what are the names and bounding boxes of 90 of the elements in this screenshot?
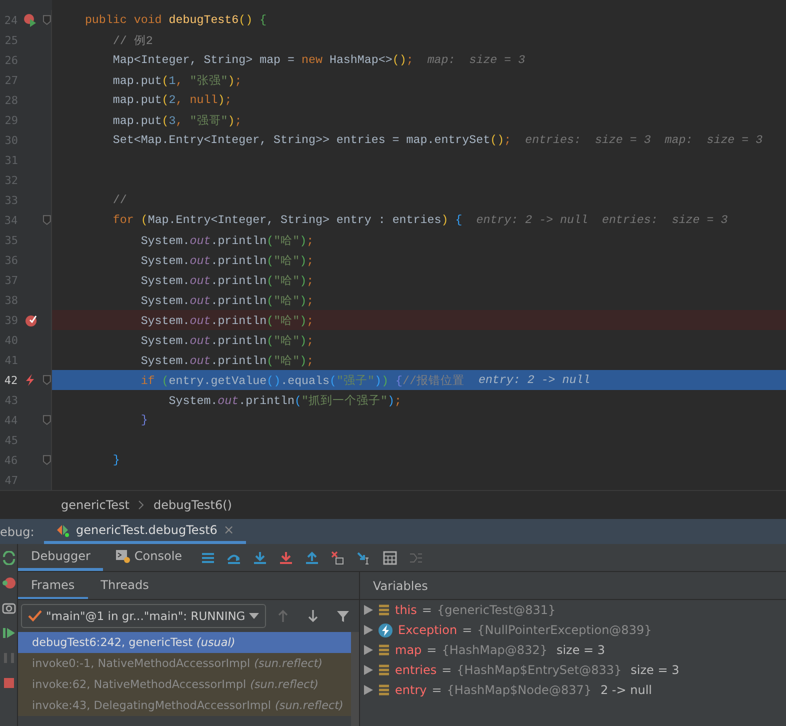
- menu-icon: [201, 550, 216, 564]
- stack-frame[interactable]: debugTest6:242, genericTest (usual): [18, 632, 351, 653]
- rerun-icon: [2, 551, 16, 565]
- variable-detail: size = 3: [556, 643, 606, 657]
- variable-name: Exception: [398, 623, 458, 637]
- code-line: Map<Integer, String> map = new HashMap<>();: [112, 54, 414, 66]
- breakpoints-icon: [2, 576, 16, 590]
- stack-frame[interactable]: invoke0:-1, NativeMethodAccessorImpl (sun.reflect): [18, 653, 351, 674]
- field-icon: [378, 644, 390, 656]
- code-line: System.out.println("哈");: [140, 234, 314, 248]
- console-icon: [116, 549, 130, 563]
- code-line: System.out.println("哈");: [140, 254, 314, 268]
- variable-value: {HashMap@832}: [442, 643, 548, 657]
- code-line: public void debugTest6() {: [84, 14, 267, 26]
- calculator-icon: [383, 550, 398, 564]
- fold-marker-icon[interactable]: [43, 215, 51, 225]
- code-line: map.put(3, "强哥");: [112, 114, 242, 128]
- thread-dropdown[interactable]: "main"@1 in gr..."main": RUNNING: [21, 604, 266, 628]
- breakpoint-run-icon: [23, 13, 38, 27]
- step-out-icon: [305, 550, 320, 564]
- equals-sign: =: [462, 623, 472, 637]
- code-line: map.put(2, null);: [112, 94, 232, 106]
- field-icon: [378, 604, 390, 616]
- debug-label: ebug:: [0, 524, 36, 538]
- trace-icon: [409, 550, 424, 564]
- variable-name: entries: [395, 663, 437, 677]
- inline-value-hint: map: size = 3: [427, 54, 526, 66]
- pause-icon: [2, 651, 16, 665]
- code-line: System.out.println("哈");: [140, 314, 314, 328]
- fold-marker-icon[interactable]: [43, 15, 51, 25]
- code-line: if (entry.getValue().equals("强子")) {//报错位置: [140, 374, 464, 388]
- pane-tab[interactable]: Threads: [88, 572, 162, 599]
- arrow-down-icon: [306, 609, 320, 623]
- field-icon: [378, 684, 390, 696]
- line-number: 42: [3, 374, 18, 386]
- debug-session-icon: [56, 523, 70, 537]
- filter-icon: [336, 609, 350, 623]
- tool-tab[interactable]: Console: [103, 544, 196, 571]
- resume-icon: [2, 626, 16, 640]
- camera-icon: [2, 601, 16, 615]
- inline-value-hint: entries: size = 3 map: size = 3: [525, 134, 763, 146]
- caret-icon: [249, 613, 260, 619]
- variable-value: {HashMap$EntrySet@833}: [456, 663, 622, 677]
- step-into-icon: [253, 550, 268, 564]
- variable-value: {genericTest@831}: [436, 603, 556, 617]
- variable-detail: size = 3: [630, 663, 680, 677]
- equals-sign: =: [442, 663, 452, 677]
- inline-value-hint: entry: 2 -> null entries: size = 3: [476, 214, 728, 226]
- variable-name: this: [395, 603, 417, 617]
- fold-marker-icon[interactable]: [43, 375, 51, 385]
- code-line: System.out.println("抓到一个强子");: [168, 394, 402, 408]
- code-line: }: [112, 454, 120, 466]
- fold-marker-icon[interactable]: [43, 455, 51, 465]
- step-into-icon: [279, 550, 294, 564]
- check-icon: [28, 609, 42, 623]
- variable-detail: 2 -> null: [600, 683, 652, 697]
- equals-sign: =: [432, 683, 442, 697]
- arrow-up-icon: [276, 609, 290, 623]
- field-icon: [378, 664, 390, 676]
- code-line: }: [140, 414, 148, 426]
- variable-value: {HashMap$Node@837}: [446, 683, 592, 697]
- code-line: System.out.println("哈");: [140, 294, 314, 308]
- stop-icon: [2, 676, 16, 690]
- code-line: //: [112, 194, 127, 206]
- code-line: // 例2: [112, 34, 153, 48]
- breakpoint-check-icon: [24, 313, 38, 327]
- run-to-cursor-icon: [357, 550, 372, 564]
- stack-frame[interactable]: invoke:62, NativeMethodAccessorImpl (sun.reflect): [18, 674, 351, 695]
- pane-tab[interactable]: Frames: [18, 572, 88, 599]
- variable-value: {NullPointerException@839}: [477, 623, 652, 637]
- equals-sign: =: [422, 603, 432, 617]
- code-line: System.out.println("哈");: [140, 274, 314, 288]
- variable-name: map: [395, 643, 422, 657]
- variable-name: entry: [395, 683, 427, 697]
- code-line: for (Map.Entry<Integer, String> entry : entries) {: [112, 214, 462, 226]
- equals-sign: =: [426, 643, 437, 657]
- inline-value-hint: entry: 2 -> null: [478, 374, 590, 386]
- breadcrumb[interactable]: debugTest6(): [153, 498, 232, 512]
- fold-marker-icon[interactable]: [43, 415, 51, 425]
- stack-frame[interactable]: invoke:43, DelegatingMethodAccessorImpl (sun.reflect): [18, 695, 351, 716]
- chevron-icon: [138, 500, 144, 510]
- breadcrumb[interactable]: genericTest: [61, 498, 130, 512]
- variables-title: Variables: [373, 578, 428, 592]
- code-line: Set<Map.Entry<Integer, String>> entries = map.entrySet();: [112, 134, 512, 146]
- exception-icon: [378, 622, 393, 638]
- code-line: map.put(1, "张强");: [112, 74, 242, 88]
- code-line: System.out.println("哈");: [140, 334, 314, 348]
- drop-frame-icon: [331, 550, 346, 564]
- tool-tab[interactable]: Debugger: [18, 544, 104, 571]
- code-line: System.out.println("哈");: [140, 354, 314, 368]
